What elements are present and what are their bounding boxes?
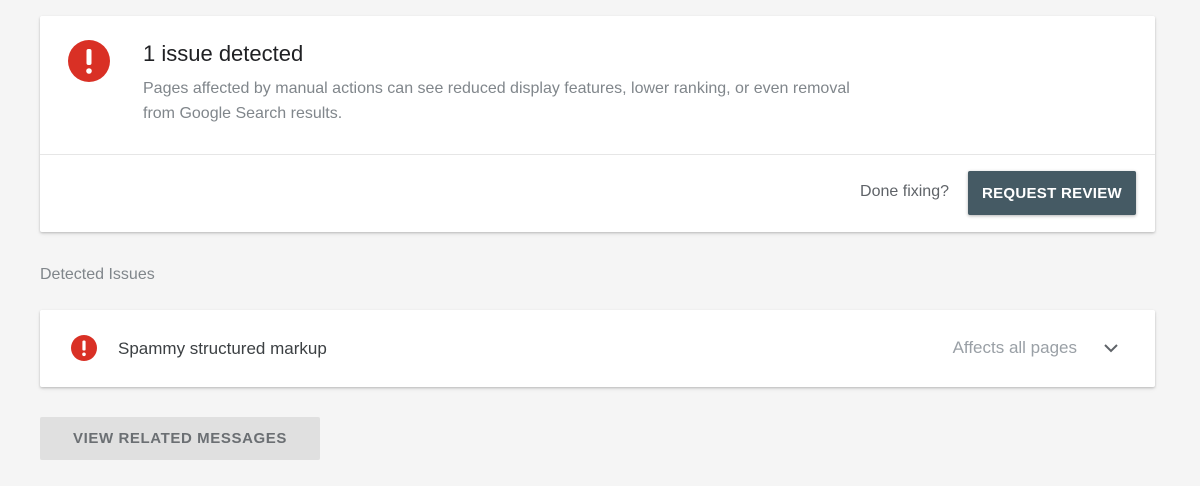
- issue-row-spammy-structured-markup[interactable]: Spammy structured markup Affects all pag…: [40, 310, 1155, 387]
- manual-action-summary-card: 1 issue detected Pages affected by manua…: [40, 16, 1155, 232]
- error-icon: [71, 335, 97, 361]
- issue-scope: Affects all pages: [952, 338, 1077, 357]
- done-fixing-label: Done fixing?: [860, 183, 949, 200]
- summary-actions: Done fixing? REQUEST REVIEW: [40, 155, 1155, 232]
- issue-name: Spammy structured markup: [118, 339, 327, 358]
- page-title: 1 issue detected: [143, 41, 304, 66]
- summary-description: Pages affected by manual actions can see…: [143, 80, 850, 122]
- summary-header: 1 issue detected Pages affected by manua…: [40, 16, 1155, 155]
- chevron-down-icon[interactable]: [1101, 338, 1121, 358]
- detected-issues-heading: Detected Issues: [40, 266, 155, 283]
- request-review-button[interactable]: REQUEST REVIEW: [968, 171, 1136, 215]
- view-related-messages-button[interactable]: VIEW RELATED MESSAGES: [40, 417, 320, 460]
- error-icon: [68, 40, 110, 82]
